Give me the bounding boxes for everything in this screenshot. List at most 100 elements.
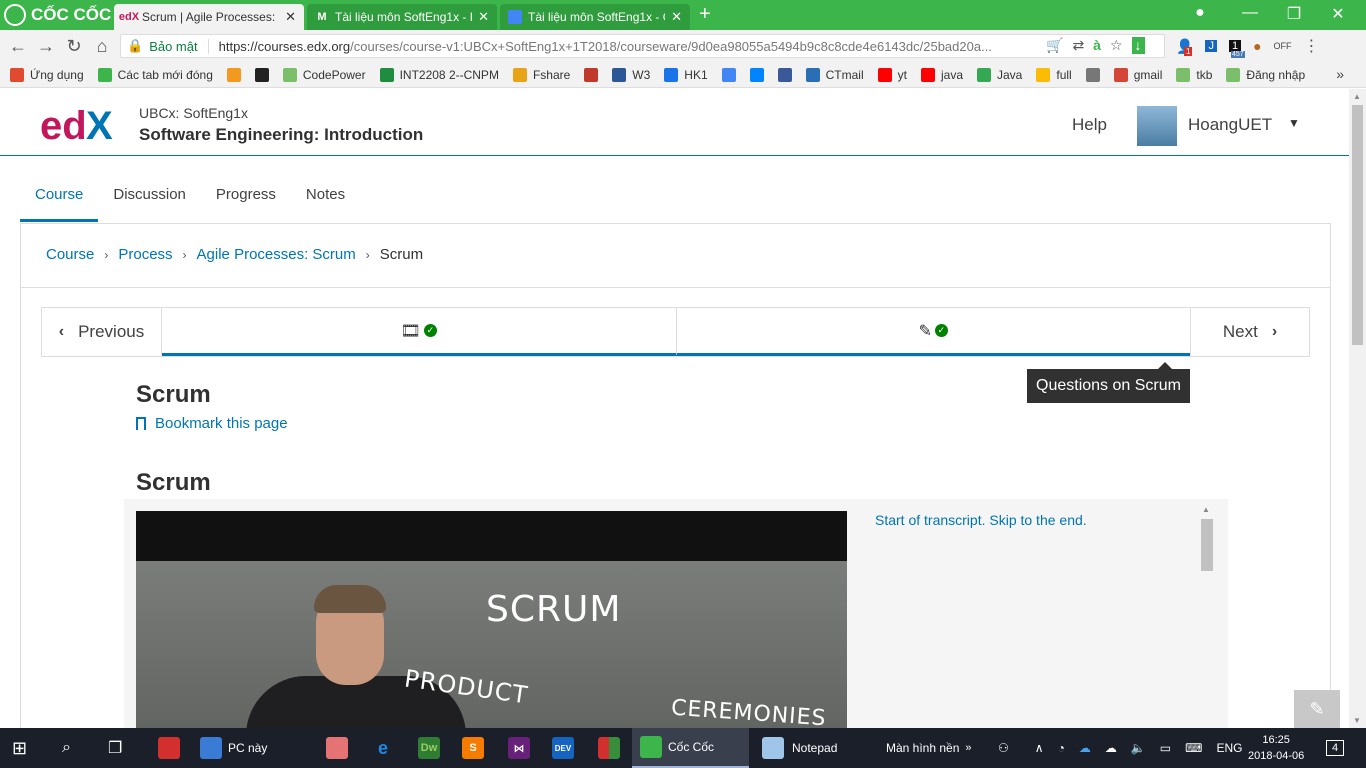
sync-icon[interactable]: ☁ (1105, 741, 1117, 755)
course-title[interactable]: Software Engineering: Introduction (139, 125, 423, 145)
breadcrumb-process[interactable]: Process (118, 246, 172, 263)
bookmark-item[interactable] (254, 67, 275, 82)
bookmark-item[interactable]: yt (877, 67, 907, 82)
help-link[interactable]: Help (1072, 115, 1107, 135)
scroll-down-icon[interactable]: ▼ (1353, 716, 1361, 725)
bookmark-item[interactable]: Các tab mới đóng (97, 67, 213, 82)
translate-icon[interactable]: ⇄ (1072, 37, 1084, 54)
bookmark-item[interactable]: gmail (1113, 67, 1162, 82)
user-menu-caret-icon[interactable]: ▼ (1288, 116, 1300, 130)
bookmark-item[interactable]: CodePower (282, 67, 366, 82)
reload-icon[interactable]: ↻ (62, 36, 86, 57)
bookmark-button[interactable]: Bookmark this page (136, 415, 288, 432)
video-player[interactable]: SCRUM PRODUCT CEREMONIES (136, 511, 847, 728)
bookmark-item[interactable] (1085, 67, 1106, 82)
keyboard-icon[interactable]: ⌨ (1185, 741, 1202, 755)
scroll-up-icon[interactable]: ▲ (1202, 505, 1210, 514)
bookmark-item[interactable]: CTmail (805, 67, 864, 82)
bookmark-item[interactable]: Fshare (512, 67, 570, 82)
bookmark-item[interactable] (721, 67, 742, 82)
bookmark-item[interactable] (584, 67, 604, 82)
page-scrollbar[interactable]: ▲ ▼ (1349, 89, 1366, 728)
language-indicator[interactable]: ENG (1216, 741, 1242, 755)
bookmark-item[interactable]: Ứng dụng (10, 67, 84, 82)
next-button[interactable]: Next › (1190, 308, 1309, 356)
page-scroll-thumb[interactable] (1352, 105, 1363, 345)
typing-icon[interactable]: à (1093, 37, 1101, 54)
bookmark-item[interactable] (777, 67, 798, 82)
onedrive-icon[interactable]: ☁ (1079, 741, 1091, 755)
close-tab-icon[interactable]: ✕ (478, 9, 489, 25)
close-tab-icon[interactable]: ✕ (285, 9, 296, 25)
username[interactable]: HoangUET (1188, 115, 1272, 135)
taskbar-coccoc[interactable]: Cốc Cốc (632, 728, 749, 768)
action-center[interactable]: 4 (1326, 728, 1345, 768)
desktop-toolbar[interactable]: Màn hình nền » (886, 728, 972, 768)
bookmark-item[interactable]: W3 (612, 67, 650, 82)
bookmark-item[interactable]: java (920, 67, 963, 82)
back-icon[interactable]: ← (6, 36, 30, 57)
bookmarks-more-icon[interactable]: » (1336, 66, 1344, 82)
browser-tab-docs[interactable]: Tài liệu môn SoftEng1x - G ✕ (500, 4, 690, 30)
taskbar-notepad[interactable]: Notepad (756, 728, 871, 768)
breadcrumb-agile-processes[interactable]: Agile Processes: Scrum (197, 246, 356, 263)
people-icon[interactable]: ⚇ (998, 741, 1009, 755)
browser-tab-edx[interactable]: edX Scrum | Agile Processes: Sc ✕ (114, 4, 304, 30)
home-icon[interactable]: ⌂ (90, 36, 114, 57)
bookmark-item[interactable]: Đăng nhập (1226, 67, 1305, 82)
counter-ext-icon[interactable]: 1 457 (1228, 40, 1245, 58)
bookmark-item[interactable]: HK1 (664, 67, 708, 82)
task-view-icon[interactable]: ❐ (108, 728, 122, 768)
taskbar-vs-app[interactable]: ⋈ (508, 728, 530, 768)
search-icon[interactable]: ⌕ (62, 728, 71, 768)
transcript-scroll-thumb[interactable] (1201, 519, 1213, 571)
taskbar-pc[interactable]: PC này (200, 728, 310, 768)
show-hidden-icons-icon[interactable]: ∧ (1035, 741, 1044, 755)
menu-icon[interactable]: ⋮ (1304, 36, 1320, 56)
cart-icon[interactable]: 🛒 (1046, 37, 1063, 54)
avatar[interactable] (1137, 106, 1177, 146)
bookmark-item[interactable]: INT2208 2--CNPM (379, 67, 499, 82)
transcript-skip-link[interactable]: Start of transcript. Skip to the end. (875, 512, 1087, 528)
browser-tab-gmail[interactable]: M Tài liệu môn SoftEng1x - L ✕ (307, 4, 497, 30)
taskbar-devcpp-app[interactable]: DEV (552, 728, 574, 768)
address-bar[interactable]: 🔒 Bảo mật https://courses.edx.org/course… (120, 34, 1165, 58)
browser-brand[interactable]: CỐC CỐC (4, 4, 111, 26)
network-icon[interactable]: ◔ (1058, 741, 1065, 755)
bookmark-item[interactable]: full (1036, 67, 1072, 82)
minimize-icon[interactable]: — (1230, 4, 1270, 22)
close-window-icon[interactable]: ✕ (1318, 4, 1358, 24)
system-clock[interactable]: 16:25 2018-04-06 (1248, 732, 1304, 764)
breadcrumb-course[interactable]: Course (46, 246, 94, 263)
bookmark-item[interactable]: Java (977, 67, 1022, 82)
cookie-ext-icon[interactable]: ● (1253, 38, 1261, 54)
sequence-unit-video[interactable]: 🎞 ✓ (162, 308, 676, 356)
edit-notes-button[interactable]: ✎ (1294, 690, 1340, 728)
battery-icon[interactable]: ▭ (1160, 741, 1171, 755)
restore-icon[interactable]: ❐ (1274, 4, 1314, 24)
star-icon[interactable]: ☆ (1110, 37, 1123, 54)
taskbar-edge-app[interactable]: e (372, 728, 394, 768)
taskbar-office-app[interactable] (598, 728, 620, 768)
tab-progress[interactable]: Progress (201, 171, 291, 222)
taskbar-app-icon[interactable] (158, 728, 180, 768)
new-tab-icon[interactable]: + (699, 4, 711, 24)
edx-logo[interactable]: ed X (40, 105, 120, 145)
tab-discussion[interactable]: Discussion (98, 171, 201, 222)
bookmark-item[interactable] (226, 67, 247, 82)
download-icon[interactable]: ↓ (1131, 37, 1145, 54)
windows-start-icon[interactable]: ⊞ (12, 728, 27, 768)
off-ext-icon[interactable]: OFF (1274, 41, 1292, 51)
taskbar-sublime-app[interactable]: S (462, 728, 484, 768)
user-ext-icon[interactable]: 👤 1 (1176, 38, 1193, 56)
bookmark-item[interactable] (749, 67, 770, 82)
tab-course[interactable]: Course (20, 171, 99, 222)
forward-icon[interactable]: → (34, 36, 58, 57)
taskbar-paint-app[interactable] (326, 728, 348, 768)
j-ext-icon[interactable]: J (1205, 40, 1217, 52)
tab-notes[interactable]: Notes (291, 171, 360, 222)
profile-icon[interactable]: ● (1180, 4, 1220, 22)
previous-button[interactable]: ‹ Previous (42, 308, 162, 356)
sequence-unit-problem[interactable]: ✎ ✓ (675, 308, 1190, 356)
bookmark-item[interactable]: tkb (1176, 67, 1212, 82)
